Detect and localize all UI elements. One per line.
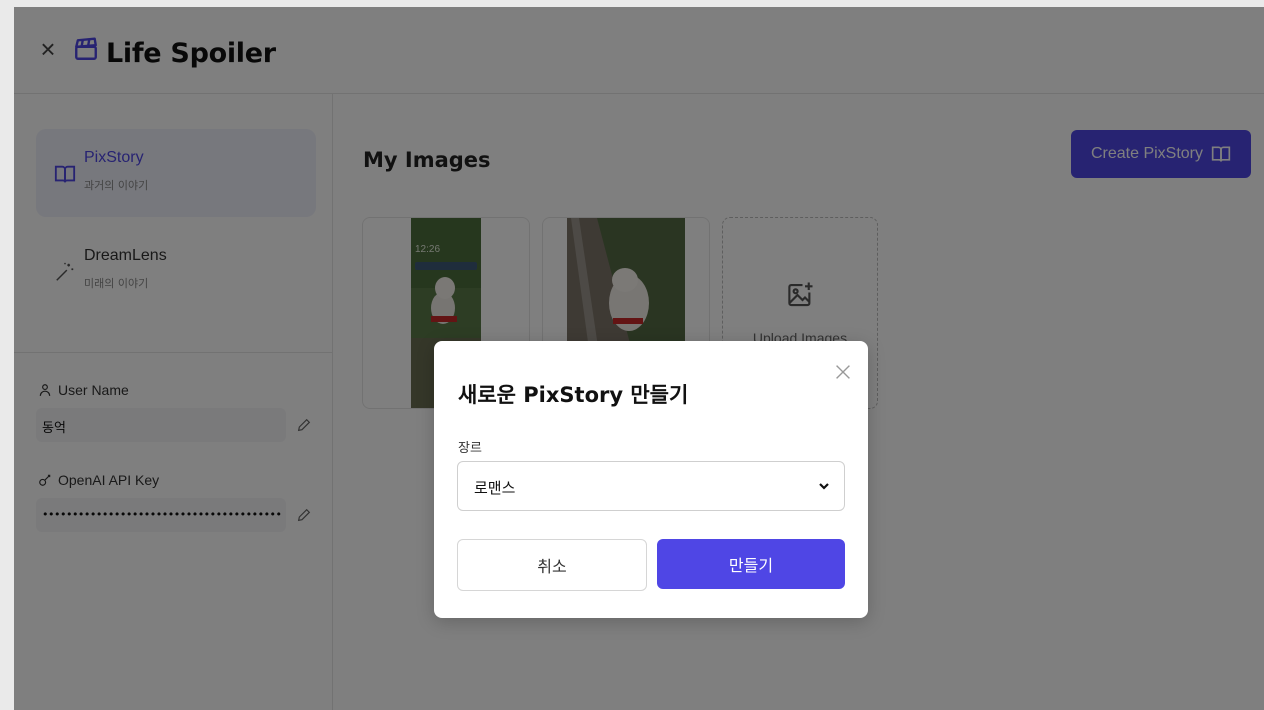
genre-selected-value: 로맨스: [474, 479, 516, 497]
new-pixstory-dialog: 새로운 PixStory 만들기 장르 로맨스 취소 만들기: [434, 341, 868, 618]
dialog-title: 새로운 PixStory 만들기: [458, 383, 689, 407]
close-icon[interactable]: [832, 361, 854, 383]
create-button[interactable]: 만들기: [657, 539, 845, 589]
chevron-down-icon: [819, 483, 829, 490]
app-window: × Life Spoiler PixStory 과거의 이야기 DreamLen…: [14, 7, 1264, 710]
genre-label: 장르: [458, 441, 482, 456]
cancel-button[interactable]: 취소: [457, 539, 647, 591]
genre-select[interactable]: 로맨스: [457, 461, 845, 511]
